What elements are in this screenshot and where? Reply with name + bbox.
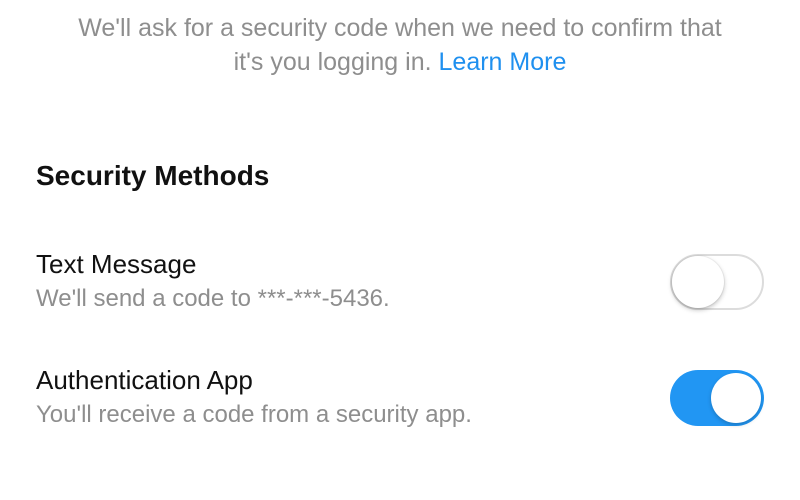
toggle-knob [711, 373, 761, 423]
toggle-auth-app[interactable] [670, 370, 764, 426]
intro-text: We'll ask for a security code when we ne… [36, 0, 764, 80]
toggle-knob [672, 256, 724, 308]
learn-more-link[interactable]: Learn More [439, 48, 567, 76]
method-text: Authentication App You'll receive a code… [36, 364, 646, 432]
method-title-auth-app: Authentication App [36, 364, 646, 398]
settings-panel: We'll ask for a security code when we ne… [0, 0, 800, 432]
method-desc-text-message: We'll send a code to ***-***-5436. [36, 283, 646, 315]
method-row-text-message: Text Message We'll send a code to ***-**… [36, 248, 764, 316]
method-row-auth-app: Authentication App You'll receive a code… [36, 364, 764, 432]
intro-body: We'll ask for a security code when we ne… [78, 14, 722, 76]
method-text: Text Message We'll send a code to ***-**… [36, 248, 646, 316]
toggle-text-message[interactable] [670, 254, 764, 310]
method-desc-auth-app: You'll receive a code from a security ap… [36, 399, 646, 431]
method-title-text-message: Text Message [36, 248, 646, 282]
section-heading-security-methods: Security Methods [36, 160, 764, 192]
